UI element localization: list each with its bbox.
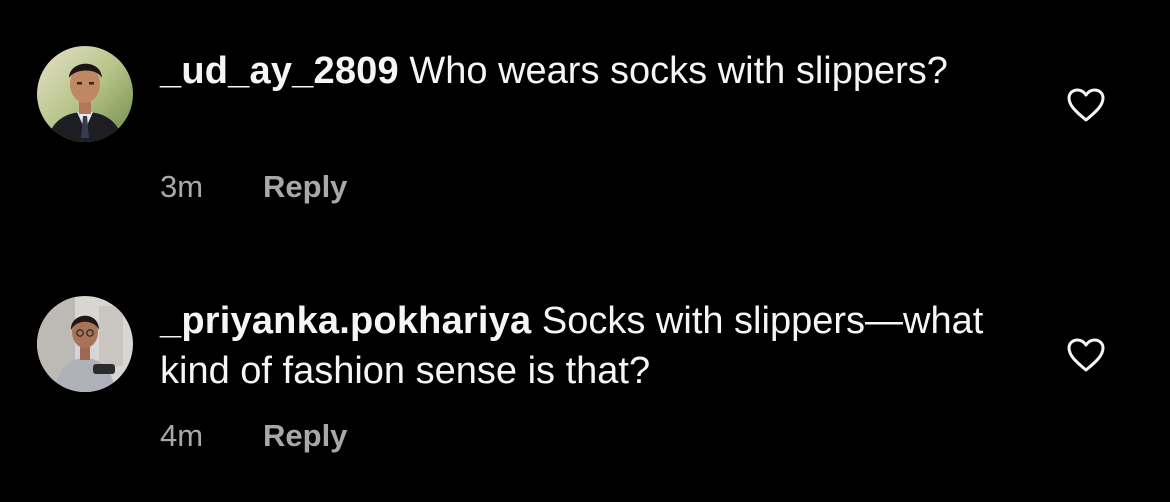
reply-button[interactable]: Reply [263, 169, 347, 204]
avatar[interactable] [37, 46, 133, 142]
comment-meta: 3m Reply [160, 169, 347, 205]
comment-meta: 4m Reply [160, 418, 347, 454]
comment-username[interactable]: _priyanka.pokhariya [160, 300, 531, 342]
user-avatar-icon [37, 46, 133, 142]
comment-username[interactable]: _ud_ay_2809 [160, 50, 399, 92]
comment-timestamp: 3m [160, 169, 204, 204]
heart-outline-icon[interactable] [1066, 87, 1106, 123]
comment-text-block: _priyanka.pokhariya Socks with slippers—… [160, 296, 1020, 396]
comment-timestamp: 4m [160, 418, 204, 453]
comment-body: Who wears socks with slippers? [409, 50, 948, 92]
user-avatar-icon [37, 296, 133, 392]
comment-text-block: _ud_ay_2809 Who wears socks with slipper… [160, 46, 1020, 96]
heart-outline-icon[interactable] [1066, 337, 1106, 373]
reply-button[interactable]: Reply [263, 418, 347, 453]
avatar[interactable] [37, 296, 133, 392]
